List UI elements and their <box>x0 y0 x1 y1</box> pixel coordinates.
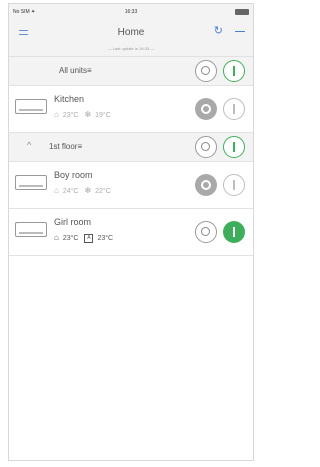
ac-unit-icon <box>15 222 47 237</box>
unit-row-kitchen[interactable]: Kitchen ⌂ 23°C ✻ 19°C <box>9 86 253 133</box>
room-temp: 23°C <box>62 112 79 119</box>
unit-temperatures: ⌂ 23°C A 23°C <box>54 233 113 243</box>
mode-toggle-button[interactable] <box>195 221 217 243</box>
set-temp: 22°C <box>95 188 111 195</box>
battery-icon <box>235 9 249 15</box>
power-button[interactable] <box>223 98 245 120</box>
mode-toggle-button[interactable] <box>195 60 217 82</box>
unit-row-boy-room[interactable]: Boy room ⌂ 24°C ✻ 22°C <box>9 162 253 209</box>
group-label: 1st floor≡ <box>49 142 83 151</box>
app-screen: No SIM ✦ 16:33 Home ↻ — Last update in 1… <box>8 3 254 461</box>
status-bar: No SIM ✦ 16:33 <box>9 4 253 20</box>
power-button[interactable] <box>223 60 245 82</box>
snowflake-icon: ✻ <box>84 186 92 195</box>
last-update-label: — Last update in 16:33 — <box>9 44 253 57</box>
room-temp: 24°C <box>62 188 79 195</box>
unit-name: Girl room <box>54 217 92 227</box>
mode-toggle-button[interactable] <box>195 136 217 158</box>
ac-unit-icon <box>15 99 47 114</box>
group-row-1st-floor[interactable]: ^ 1st floor≡ <box>9 133 253 162</box>
set-temp: 23°C <box>97 235 114 242</box>
group-row-all-units[interactable]: All units≡ <box>9 57 253 86</box>
group-label: All units≡ <box>59 66 92 75</box>
unit-name: Kitchen <box>54 94 85 104</box>
mode-toggle-button[interactable] <box>195 98 217 120</box>
clock: 16:33 <box>124 9 138 15</box>
fan-auto-icon: A <box>84 233 94 243</box>
refresh-icon[interactable]: ↻ <box>214 25 223 37</box>
thermometer-icon: ⌂ <box>54 233 59 242</box>
mode-toggle-button[interactable] <box>195 174 217 196</box>
power-button[interactable] <box>223 136 245 158</box>
room-temp: 23°C <box>62 235 79 242</box>
unit-name: Boy room <box>54 170 93 180</box>
snowflake-icon: ✻ <box>84 110 92 119</box>
set-temp: 19°C <box>95 112 111 119</box>
chevron-up-icon[interactable]: ^ <box>27 140 31 150</box>
power-button[interactable] <box>223 221 245 243</box>
unit-temperatures: ⌂ 24°C ✻ 22°C <box>54 186 111 195</box>
power-button[interactable] <box>223 174 245 196</box>
thermometer-icon: ⌂ <box>54 186 59 195</box>
thermometer-icon: ⌂ <box>54 110 59 119</box>
unit-row-girl-room[interactable]: Girl room ⌂ 23°C A 23°C <box>9 209 253 256</box>
unit-temperatures: ⌂ 23°C ✻ 19°C <box>54 110 111 119</box>
ac-unit-icon <box>15 175 47 190</box>
more-icon[interactable] <box>235 31 245 32</box>
nav-bar: Home ↻ <box>9 20 253 44</box>
